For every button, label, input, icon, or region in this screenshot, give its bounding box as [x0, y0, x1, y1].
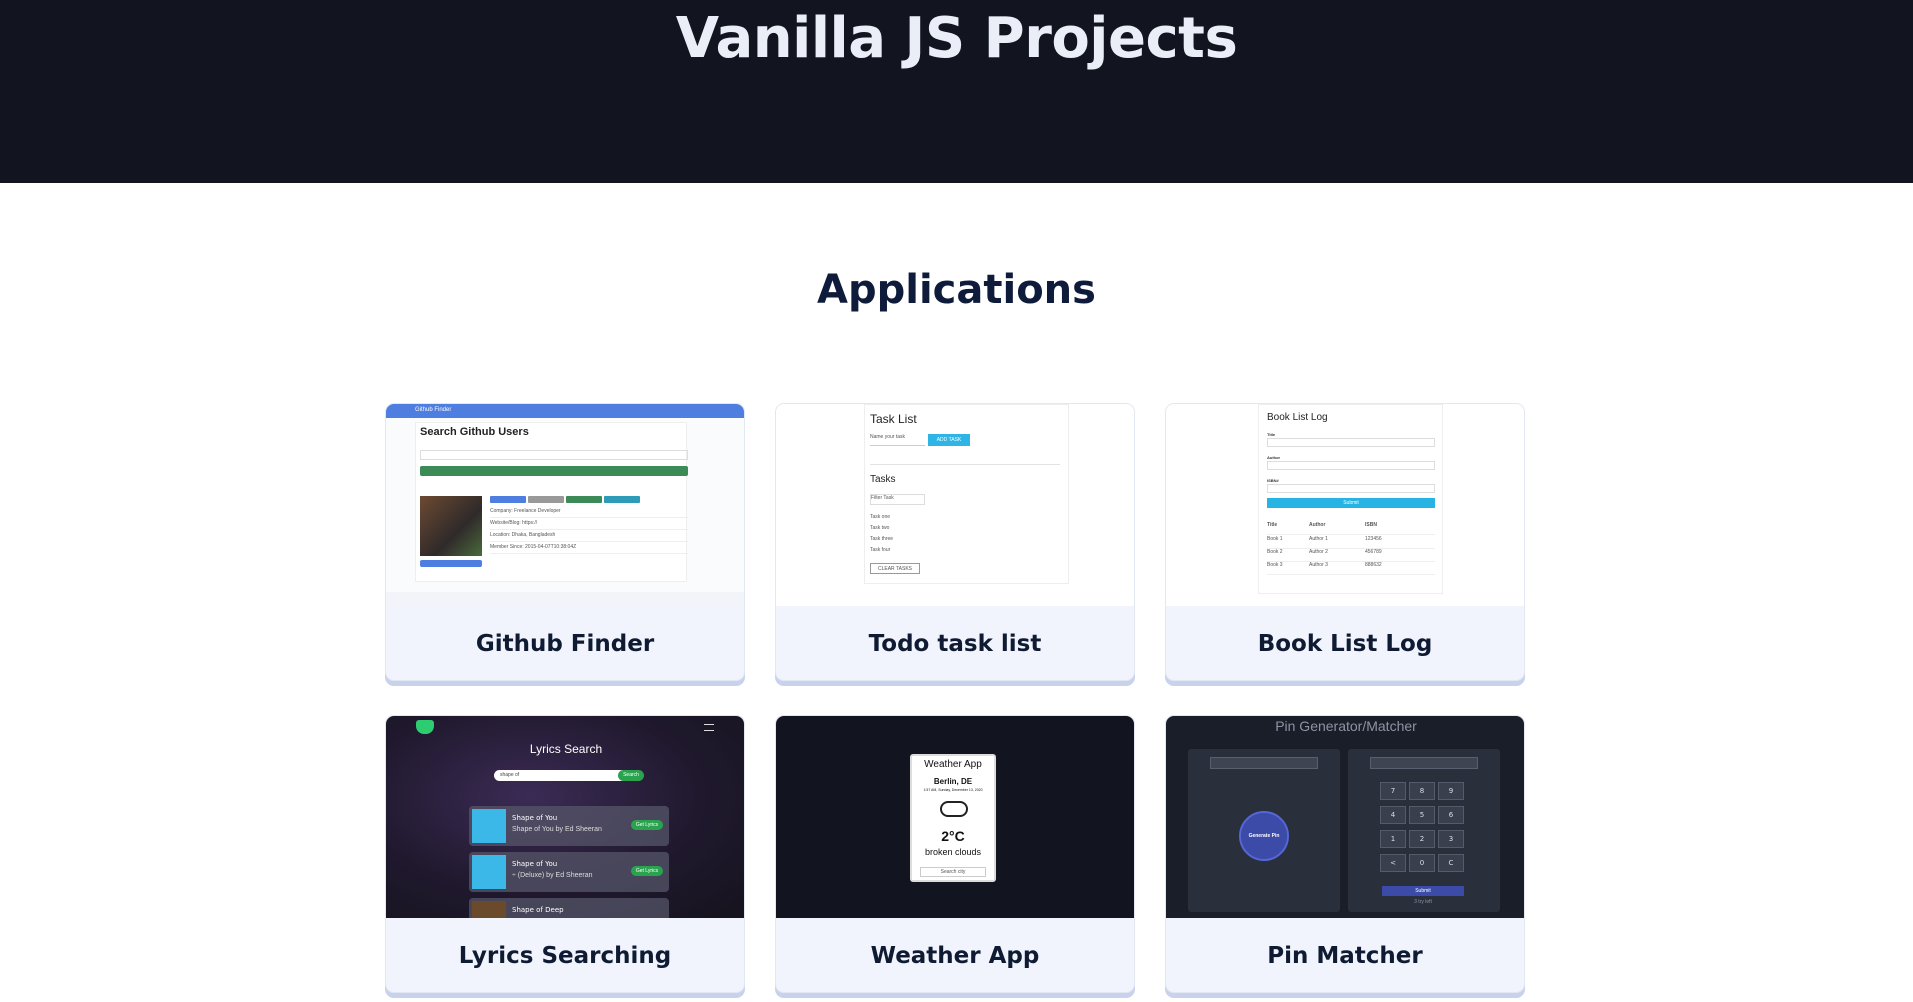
project-title[interactable]: Lyrics Searching [386, 918, 744, 992]
project-thumbnail: Pin Generator/Matcher Generate Pin 7 8 9… [1166, 716, 1524, 918]
project-thumbnail: Github Finder Search Github Users Compan… [386, 404, 744, 606]
project-card-weather[interactable]: Weather App Berlin, DE 1:57 AM, Sunday, … [775, 715, 1135, 993]
project-title[interactable]: Github Finder [386, 606, 744, 680]
menu-icon [704, 724, 714, 731]
project-card-github-finder[interactable]: Github Finder Search Github Users Compan… [385, 403, 745, 681]
page-header: Vanilla JS Projects [0, 0, 1913, 183]
project-card-todo[interactable]: Task List Name your task ADD TASK Tasks … [775, 403, 1135, 681]
section-title: Applications [817, 267, 1096, 313]
project-thumbnail: Task List Name your task ADD TASK Tasks … [776, 404, 1134, 606]
project-thumbnail: Lyrics Search shape of Search Shape of Y… [386, 716, 744, 918]
project-card-pin-matcher[interactable]: Pin Generator/Matcher Generate Pin 7 8 9… [1165, 715, 1525, 993]
projects-grid: Github Finder Search Github Users Compan… [385, 403, 1525, 995]
page-title: Vanilla JS Projects [675, 6, 1238, 71]
project-title[interactable]: Pin Matcher [1166, 918, 1524, 992]
avatar [420, 496, 482, 556]
project-card-book-list[interactable]: Book List Log Title Author ISBN# Submit … [1165, 403, 1525, 681]
project-title[interactable]: Todo task list [776, 606, 1134, 680]
logo-icon [416, 720, 434, 734]
project-title[interactable]: Weather App [776, 918, 1134, 992]
project-thumbnail: Weather App Berlin, DE 1:57 AM, Sunday, … [776, 716, 1134, 918]
project-title[interactable]: Book List Log [1166, 606, 1524, 680]
project-card-lyrics[interactable]: Lyrics Search shape of Search Shape of Y… [385, 715, 745, 993]
cloud-icon [940, 801, 968, 817]
project-thumbnail: Book List Log Title Author ISBN# Submit … [1166, 404, 1524, 606]
